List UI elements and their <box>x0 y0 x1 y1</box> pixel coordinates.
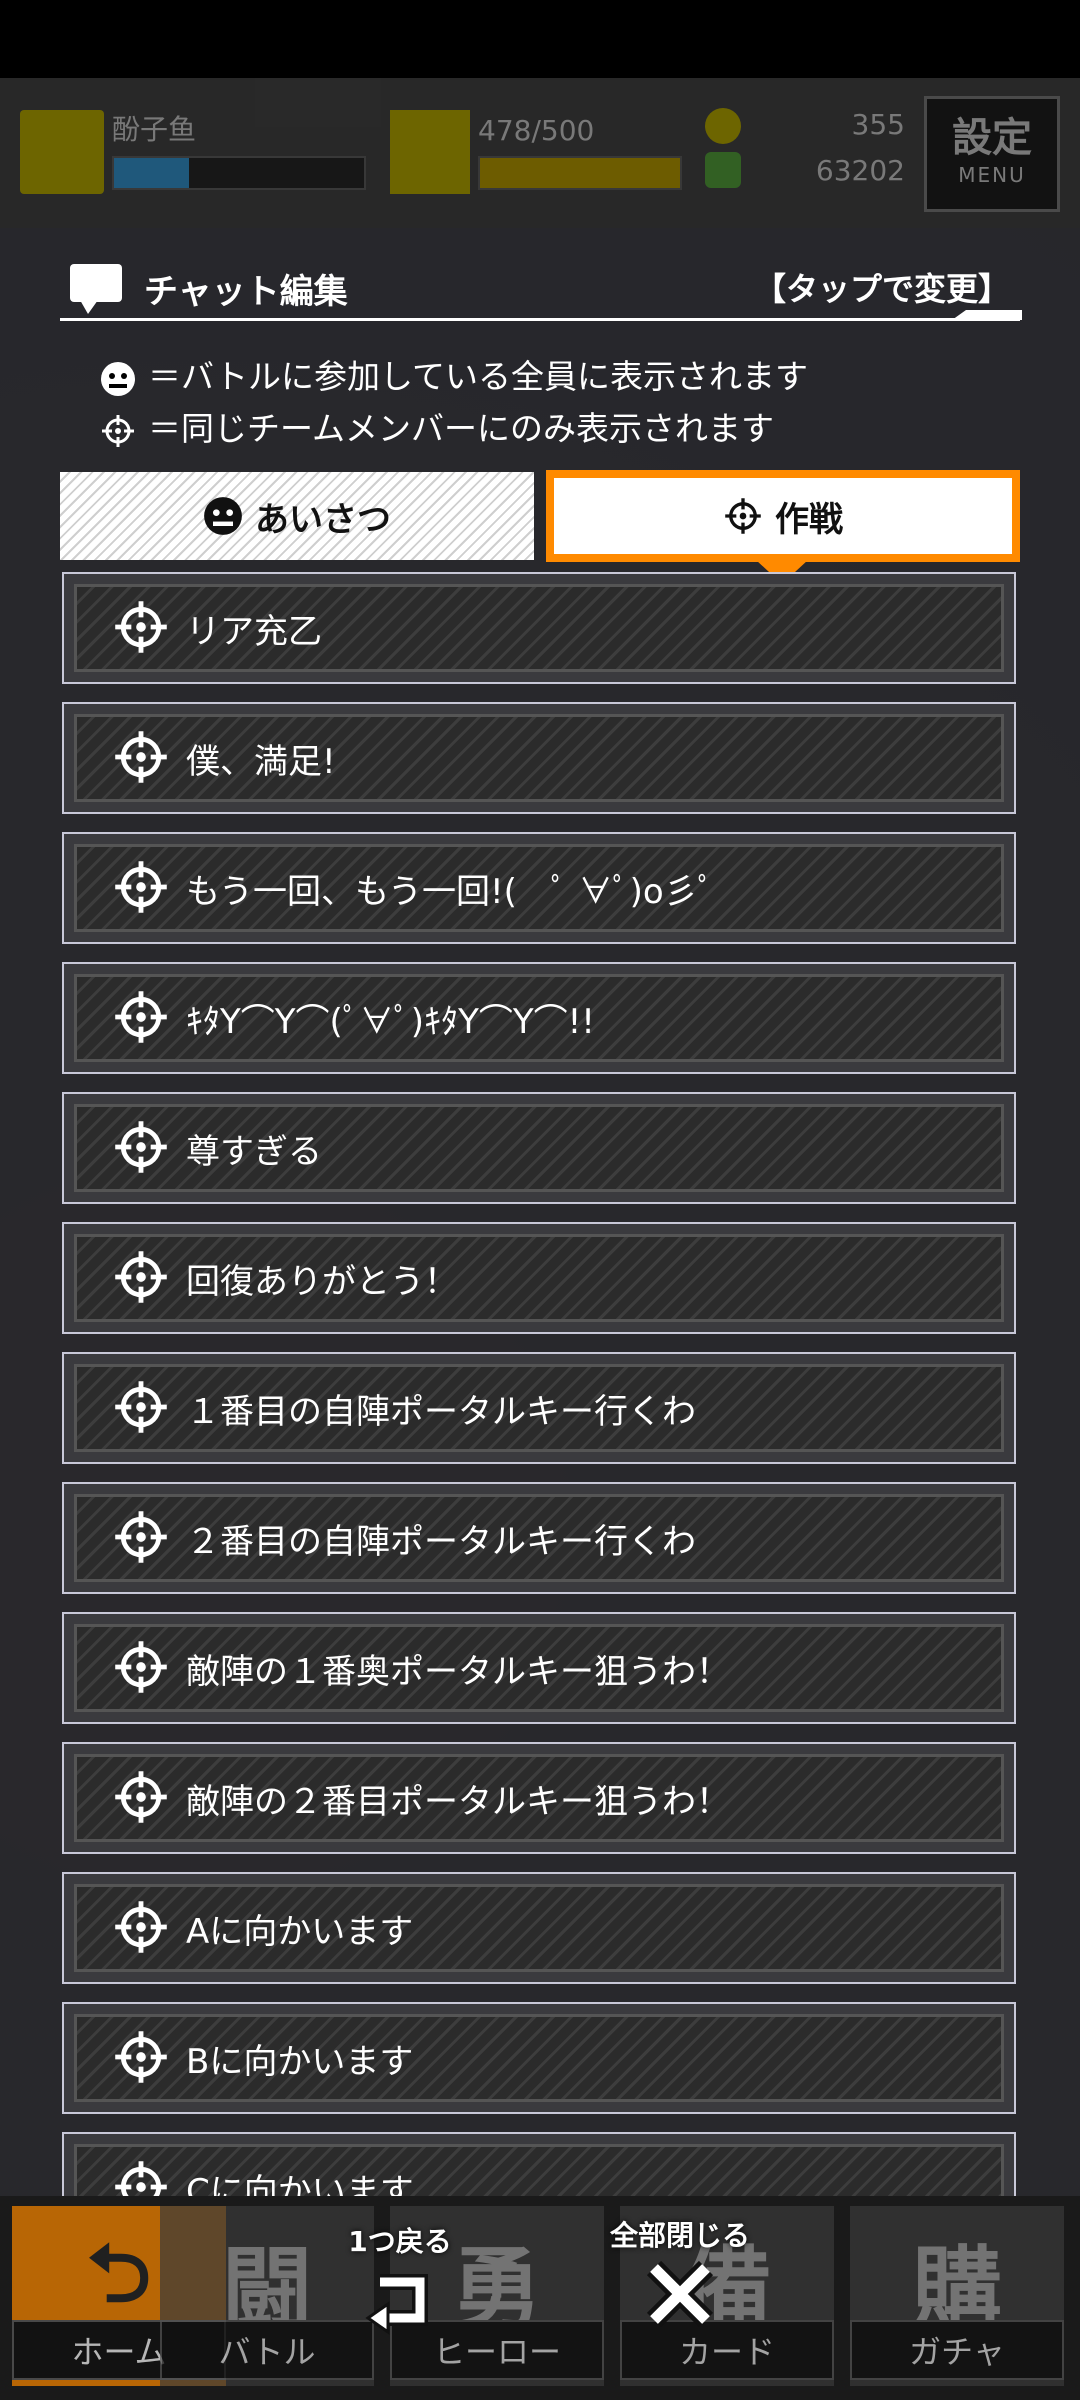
list-item[interactable]: １番目の自陣ポータルキー行くわ <box>62 1352 1016 1464</box>
legend-all: ＝バトルに参加している全員に表示されます <box>100 350 808 398</box>
list-item-label: もう一回、もう一回!( ﾟ ∀ﾟ)o彡ﾟ <box>186 872 715 912</box>
close-icon <box>646 2260 714 2328</box>
tab-strategy[interactable]: 作戦 <box>546 470 1020 584</box>
crosshair-icon <box>115 1251 167 1303</box>
chat-phrase-list[interactable]: リア充乙 僕、満足! もう一回、もう一回!( ﾟ ∀ﾟ)o彡ﾟ ｷﾀY⌒Y⌒(ﾟ… <box>62 572 1020 2202</box>
crosshair-icon <box>115 861 167 913</box>
list-item[interactable]: Aに向かいます <box>62 1872 1016 1984</box>
close-all-label: 全部閉じる <box>609 2219 750 2252</box>
back-button[interactable]: 1つ戻る <box>330 2220 470 2344</box>
exp-value: 478/500 <box>478 114 595 147</box>
crosshair-icon <box>115 731 167 783</box>
list-item-label: 尊すぎる <box>186 1132 322 1172</box>
nav-gacha[interactable]: 購 ガチャ <box>850 2206 1064 2386</box>
list-item[interactable]: リア充乙 <box>62 572 1016 684</box>
player-name: 酚子鱼 <box>112 113 197 146</box>
close-all-button[interactable]: 全部閉じる <box>590 2214 770 2338</box>
crosshair-icon <box>102 414 134 447</box>
nav-gacha-label: ガチャ <box>850 2320 1064 2380</box>
smiley-icon <box>101 361 135 396</box>
list-item[interactable]: Cに向かいます <box>62 2132 1016 2202</box>
list-item-label: 敵陣の１番奥ポータルキー狙うわ！ <box>186 1652 730 1692</box>
crosshair-icon <box>725 498 761 534</box>
panel-title: チャット編集 <box>144 272 348 312</box>
crosshair-icon <box>115 2031 167 2083</box>
coin-count: 355 <box>851 108 905 141</box>
list-item-label: 回復ありがとう！ <box>186 1262 458 1302</box>
crosshair-icon <box>115 1381 167 1433</box>
list-item[interactable]: 僕、満足! <box>62 702 1016 814</box>
player-hud: 酚子鱼 478/500 355 63202 設定 MENU <box>0 78 1080 228</box>
crosshair-icon <box>115 1901 167 1953</box>
rank-badge <box>390 110 470 194</box>
back-arrow-icon <box>365 2274 428 2335</box>
status-bar <box>0 0 1080 78</box>
list-item-label: ｷﾀY⌒Y⌒(ﾟ∀ﾟ)ｷﾀY⌒Y⌒!! <box>186 1002 595 1042</box>
bottom-nav: ⮌ ホーム 闘 バトル 勇 ヒーロー 備 カード 購 ガチャ <box>0 2196 1080 2400</box>
gem-count: 63202 <box>815 154 905 187</box>
list-item[interactable]: 敵陣の１番奥ポータルキー狙うわ！ <box>62 1612 1016 1724</box>
list-item[interactable]: ｷﾀY⌒Y⌒(ﾟ∀ﾟ)ｷﾀY⌒Y⌒!! <box>62 962 1016 1074</box>
back-label: 1つ戻る <box>348 2225 452 2258</box>
crosshair-icon <box>115 1511 167 1563</box>
smiley-icon <box>204 497 242 535</box>
list-item-label: 僕、満足! <box>186 742 336 782</box>
settings-menu-button[interactable]: 設定 MENU <box>924 96 1060 212</box>
tab-bar: あいさつ 作戦 <box>60 470 1020 584</box>
list-item[interactable]: Bに向かいます <box>62 2002 1016 2114</box>
list-item[interactable]: 回復ありがとう！ <box>62 1222 1016 1334</box>
avatar[interactable] <box>20 110 104 194</box>
menu-title: 設定 <box>952 115 1032 161</box>
chat-edit-panel: チャット編集 【タップで変更】 ＝バトルに参加している全員に表示されます ＝同じ… <box>0 228 1080 2202</box>
crosshair-icon <box>115 1641 167 1693</box>
tab-greeting-label: あいさつ <box>255 499 391 540</box>
tap-hint: 【タップで変更】 <box>753 270 1010 308</box>
panel-header: チャット編集 【タップで変更】 <box>60 258 1022 321</box>
crosshair-icon <box>115 1121 167 1173</box>
chat-bubble-icon <box>70 264 122 314</box>
tab-greeting[interactable]: あいさつ <box>60 472 534 560</box>
list-item[interactable]: もう一回、もう一回!( ﾟ ∀ﾟ)o彡ﾟ <box>62 832 1016 944</box>
crosshair-icon <box>115 991 167 1043</box>
list-item-label: １番目の自陣ポータルキー行くわ <box>186 1392 696 1432</box>
crosshair-icon <box>115 601 167 653</box>
crosshair-icon <box>115 1771 167 1823</box>
coin-icon <box>705 108 741 144</box>
exp-bar <box>478 156 682 190</box>
list-item-label: リア充乙 <box>186 612 322 652</box>
gem-icon <box>705 152 741 188</box>
list-item-label: Bに向かいます <box>186 2042 414 2082</box>
list-item[interactable]: ２番目の自陣ポータルキー行くわ <box>62 1482 1016 1594</box>
list-item-label: Aに向かいます <box>186 1912 414 1952</box>
legend-all-text: ＝バトルに参加している全員に表示されます <box>148 357 808 396</box>
level-bar <box>112 156 366 190</box>
menu-sub: MENU <box>958 163 1026 187</box>
list-item-label: ２番目の自陣ポータルキー行くわ <box>186 1522 696 1562</box>
legend-team: ＝同じチームメンバーにのみ表示されます <box>100 402 774 450</box>
list-item-label: 敵陣の２番目ポータルキー狙うわ！ <box>186 1782 730 1822</box>
list-item[interactable]: 敵陣の２番目ポータルキー狙うわ！ <box>62 1742 1016 1854</box>
legend-team-text: ＝同じチームメンバーにのみ表示されます <box>148 409 775 448</box>
list-item[interactable]: 尊すぎる <box>62 1092 1016 1204</box>
header-corner <box>952 310 1022 320</box>
tab-strategy-label: 作戦 <box>775 499 843 540</box>
